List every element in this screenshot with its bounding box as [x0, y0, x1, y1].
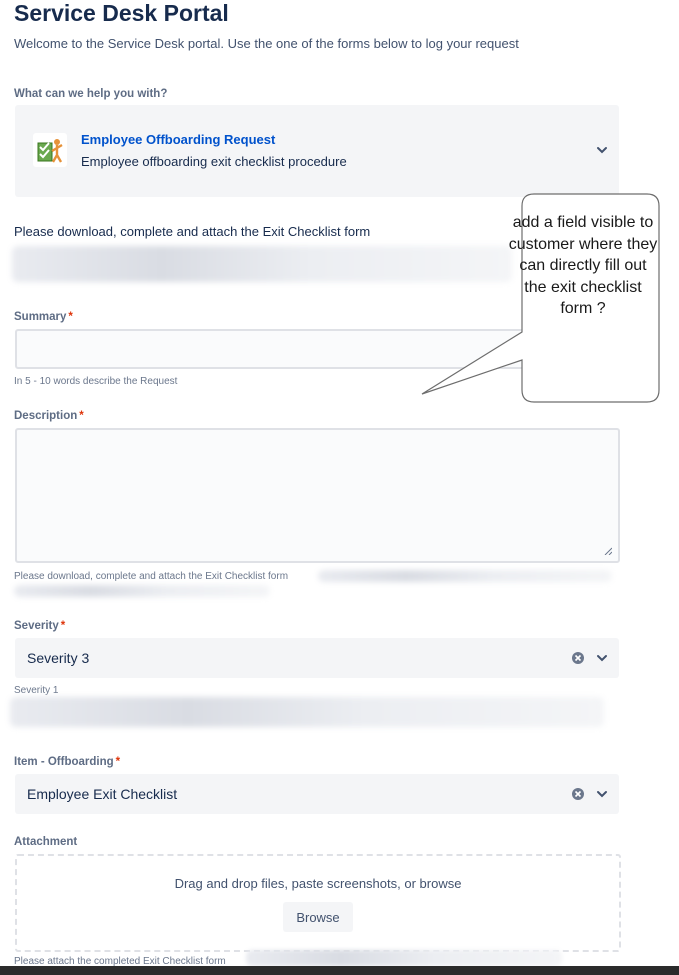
severity-label-text: Severity [14, 620, 59, 632]
description-helper: Please download, complete and attach the… [14, 571, 289, 582]
item-label-text: Item - Offboarding [14, 756, 114, 768]
resize-handle-icon[interactable] [604, 547, 612, 555]
item-label: Item - Offboarding * [14, 756, 120, 768]
dropzone-text: Drag and drop files, paste screenshots, … [174, 876, 462, 891]
required-mark: * [79, 410, 84, 422]
description-label: Description * [14, 410, 84, 422]
offboarding-person-icon [33, 133, 67, 167]
redacted-text-block [10, 697, 604, 727]
bottom-bar [0, 966, 679, 975]
severity-helper: Severity 1 [14, 685, 59, 696]
clear-icon[interactable] [571, 787, 585, 801]
chevron-down-icon[interactable] [595, 787, 609, 801]
severity-select[interactable]: Severity 3 [15, 638, 619, 678]
browse-button[interactable]: Browse [283, 902, 353, 932]
callout-text: add a field visible to customer where th… [508, 214, 658, 317]
summary-label-text: Summary [14, 311, 67, 323]
request-type-picker[interactable]: Employee Offboarding Request Employee of… [15, 105, 619, 197]
severity-label: Severity * [14, 620, 65, 632]
page-title: Service Desk Portal [14, 0, 229, 26]
redacted-link-block [14, 585, 270, 597]
severity-value: Severity 3 [27, 650, 90, 666]
chevron-down-icon[interactable] [595, 651, 609, 665]
request-type-name: Employee Offboarding Request [81, 132, 276, 147]
clear-icon[interactable] [571, 651, 585, 665]
instruction-text: Please download, complete and attach the… [14, 224, 371, 239]
required-mark: * [68, 311, 73, 323]
request-type-label: What can we help you with? [14, 88, 168, 100]
required-mark: * [115, 756, 121, 768]
redacted-link-block [318, 570, 612, 582]
welcome-text: Welcome to the Service Desk portal. Use … [14, 36, 519, 51]
required-mark: * [60, 620, 66, 632]
redacted-link-block [246, 950, 562, 966]
summary-helper: In 5 - 10 words describe the Request [14, 376, 178, 387]
item-select[interactable]: Employee Exit Checklist [15, 774, 619, 814]
summary-label: Summary * [14, 311, 73, 323]
request-type-description: Employee offboarding exit checklist proc… [81, 154, 347, 169]
chevron-down-icon[interactable] [595, 143, 609, 157]
attachment-label: Attachment [14, 836, 78, 848]
attachment-dropzone[interactable]: Drag and drop files, paste screenshots, … [15, 854, 621, 952]
description-textarea[interactable] [15, 428, 620, 563]
description-label-text: Description [14, 410, 78, 422]
item-value: Employee Exit Checklist [27, 786, 178, 802]
